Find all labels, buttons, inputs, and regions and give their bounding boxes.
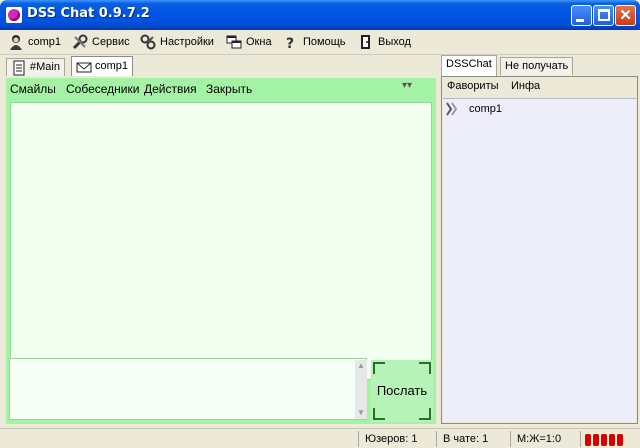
chat-menu-contacts[interactable]: Собеседники [66, 82, 139, 96]
tab-label: #Main [30, 61, 60, 73]
menu-item-label: Настройки [160, 36, 214, 48]
status-in-chat: В чате: 1 [436, 431, 508, 447]
user-list[interactable]: comp1 [443, 98, 636, 422]
message-input[interactable]: ▲ ▼ [9, 358, 367, 420]
user-icon [8, 34, 24, 50]
maximize-button[interactable] [593, 5, 614, 26]
svg-text:?: ? [286, 36, 294, 50]
tab-comp1[interactable]: comp1 [71, 56, 134, 76]
help-icon: ? [283, 34, 299, 52]
menu-bar: comp1 Сервис Настройки Окна ? Помощь Вых… [0, 30, 640, 55]
signal-indicator [580, 431, 638, 447]
settings-icon [140, 34, 156, 50]
users-menu: Фавориты Инфа [442, 77, 637, 97]
users-menu-info[interactable]: Инфа [511, 80, 540, 92]
menu-item-windows[interactable]: Окна [226, 33, 272, 51]
menu-item-label: comp1 [28, 36, 62, 48]
users-menu-favorites[interactable]: Фавориты [447, 80, 499, 92]
close-icon: ✕ [619, 7, 632, 24]
minimize-button[interactable] [571, 5, 592, 26]
notepad-icon [11, 60, 27, 76]
chat-menu-smiles[interactable]: Смайлы [10, 82, 56, 96]
user-status-icon [444, 101, 460, 117]
menu-item-service[interactable]: Сервис [72, 33, 130, 51]
status-users: Юзеров: 1 [358, 431, 434, 447]
app-icon[interactable] [6, 7, 22, 23]
collapse-icon[interactable]: ▾▾ [402, 80, 412, 91]
tools-icon [72, 34, 88, 50]
windows-icon [226, 34, 242, 50]
status-bar: Юзеров: 1 В чате: 1 М:Ж=1:0 [0, 428, 640, 448]
menu-item-user[interactable]: comp1 [8, 33, 61, 51]
envelope-icon [76, 59, 92, 75]
chat-menu-close[interactable]: Закрыть [206, 82, 252, 96]
menu-item-help[interactable]: ? Помощь [283, 33, 346, 52]
users-panel: Фавориты Инфа comp1 [441, 76, 638, 424]
chat-menu-actions[interactable]: Действия [144, 82, 197, 96]
scroll-down-icon[interactable]: ▼ [355, 407, 367, 419]
menu-item-exit[interactable]: Выход [358, 33, 411, 51]
send-button-label: Послать [376, 383, 428, 398]
input-scrollbar[interactable]: ▲ ▼ [355, 360, 367, 419]
tab-main[interactable]: #Main [6, 58, 65, 76]
menu-item-settings[interactable]: Настройки [140, 33, 214, 51]
menu-item-label: Сервис [92, 36, 130, 48]
chat-panel: Смайлы Собеседники Действия Закрыть ▾▾ ▲… [6, 78, 436, 424]
menu-item-label: Помощь [303, 36, 346, 48]
title-bar[interactable]: DSS Chat 0.9.7.2 ✕ [0, 0, 640, 30]
tab-label: comp1 [95, 60, 129, 72]
menu-item-label: Выход [378, 36, 411, 48]
user-name: comp1 [469, 103, 503, 115]
scroll-up-icon[interactable]: ▲ [355, 360, 367, 372]
list-item[interactable]: comp1 [443, 101, 633, 117]
status-ratio: М:Ж=1:0 [510, 431, 578, 447]
exit-icon [358, 34, 374, 50]
window-title: DSS Chat 0.9.7.2 [27, 6, 150, 21]
tab-dsschat[interactable]: DSSChat [441, 55, 497, 76]
chat-menu: Смайлы Собеседники Действия Закрыть ▾▾ [6, 78, 436, 100]
send-button[interactable]: Послать [371, 360, 433, 422]
chat-messages-area[interactable] [10, 102, 432, 380]
close-button[interactable]: ✕ [615, 5, 636, 26]
menu-item-label: Окна [246, 36, 272, 48]
tab-no-receive[interactable]: Не получать [500, 57, 574, 75]
